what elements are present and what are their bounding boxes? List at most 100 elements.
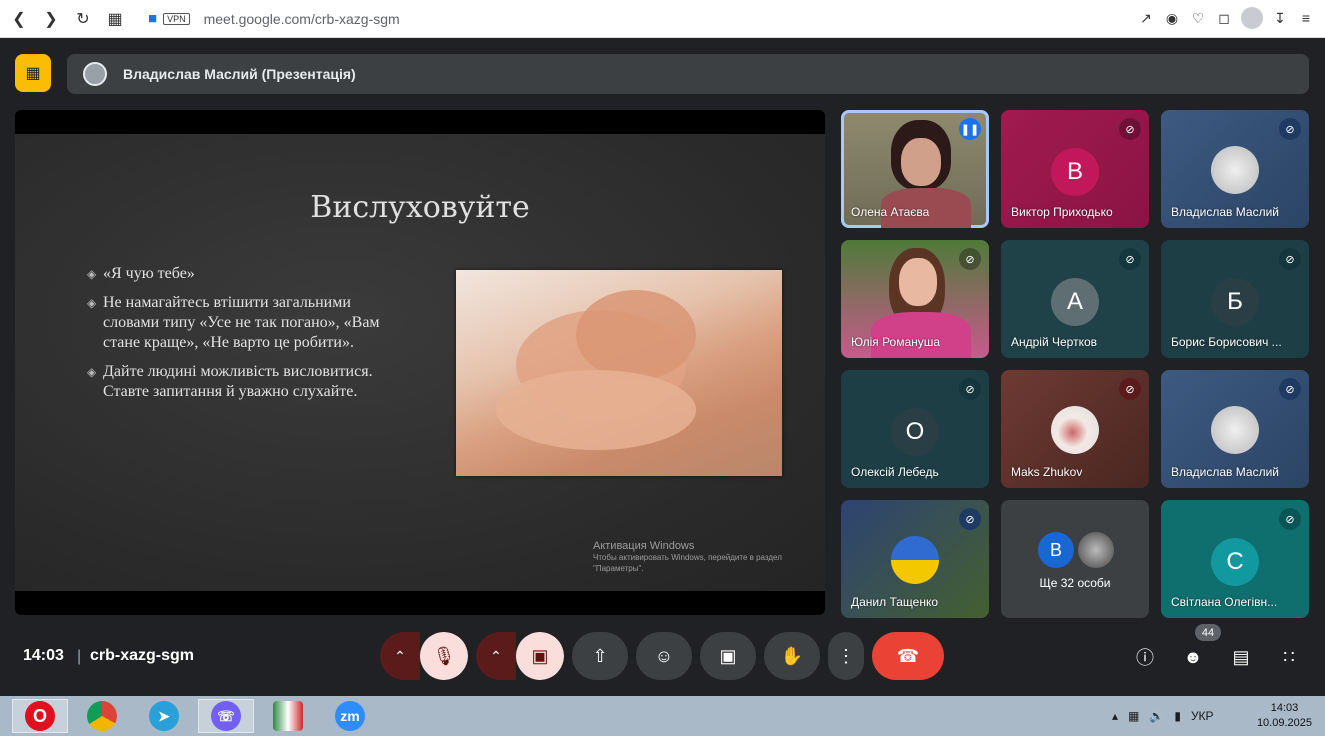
participant-tile[interactable]: ❚❚ Олена Атаєва — [841, 110, 989, 228]
mic-off-icon: ⊘ — [1279, 118, 1301, 140]
windows-taskbar: O ➤ ☏ zm ▴ ▦ 🔊 ▮ УКР 14:03 10.09.2025 — [0, 696, 1325, 736]
mic-off-icon: ⊘ — [1279, 248, 1301, 270]
opera-icon[interactable]: O — [12, 699, 68, 733]
bullet-item: ◈ Дайте людині можливість висловитися. Ст… — [87, 362, 397, 402]
vpn-badge[interactable]: VPN — [163, 12, 190, 25]
participant-name: Борис Борисович ... — [1171, 335, 1282, 349]
mic-off-icon: ⊘ — [1279, 378, 1301, 400]
participant-tile[interactable]: ⊘ Владислав Маслий — [1161, 110, 1309, 228]
chat-icon[interactable]: ▤ — [1226, 642, 1256, 672]
diamond-icon: ◈ — [87, 365, 97, 379]
others-initial: В — [1038, 532, 1074, 568]
chevron-up-icon[interactable]: ⌃ — [476, 632, 516, 680]
winrar-icon[interactable] — [260, 699, 316, 733]
participant-tile[interactable]: ⊘ Владислав Маслий — [1161, 370, 1309, 488]
participant-name: Владислав Маслий — [1171, 205, 1279, 219]
camera-off-button[interactable]: ▣ — [516, 632, 564, 680]
download-icon[interactable]: ↧ — [1271, 6, 1289, 30]
bullet-item: ◈ Не намагайтесь втішити загальними слова… — [87, 293, 397, 353]
captions-button[interactable]: ▣ — [700, 632, 756, 680]
participant-name: Андрій Чертков — [1011, 335, 1098, 349]
others-photo — [1078, 532, 1114, 568]
hands-image — [456, 270, 782, 476]
zoom-icon[interactable]: zm — [322, 699, 378, 733]
battery-icon[interactable]: ▮ — [1174, 709, 1181, 723]
speaking-icon: ❚❚ — [959, 118, 981, 140]
browser-toolbar: ❮ ❯ ↻ ▦ ■ VPN meet.google.com/crb-xazg-s… — [0, 0, 1325, 38]
back-icon[interactable]: ❮ — [6, 6, 32, 32]
chevron-up-icon[interactable]: ▴ — [1112, 709, 1118, 723]
tabs-grid-icon[interactable]: ▦ — [102, 6, 128, 32]
clock-date: 10.09.2025 — [1256, 717, 1312, 729]
mic-off-button[interactable]: 🎙 — [420, 632, 468, 680]
others-tile[interactable]: В Ще 32 особи — [1001, 500, 1149, 618]
system-tray: ▴ ▦ 🔊 ▮ УКР — [1112, 696, 1214, 736]
participant-name: Владислав Маслий — [1171, 465, 1279, 479]
camera-icon: ■ — [148, 10, 158, 27]
people-icon[interactable]: ☻ — [1178, 642, 1208, 672]
shared-screen: Вислуховуйте ◈ «Я чую тебе» ◈ Не намагайте… — [15, 110, 825, 615]
system-clock[interactable]: 14:03 10.09.2025 — [1257, 701, 1312, 731]
raise-hand-button[interactable]: ✋ — [764, 632, 820, 680]
participant-tile[interactable]: ⊘ А Андрій Чертков — [1001, 240, 1149, 358]
activities-icon[interactable]: ∷ — [1274, 642, 1304, 672]
presentation-title: Владислав Маслий (Презентація) — [123, 66, 356, 82]
screenshot-icon[interactable]: ◉ — [1163, 6, 1181, 30]
participant-tile[interactable]: ⊘ В Виктор Приходько — [1001, 110, 1149, 228]
cube-icon[interactable]: ◻ — [1215, 6, 1233, 30]
watermark-title: Активация Windows — [593, 540, 695, 552]
participant-tile[interactable]: ⊘ Данил Тащенко — [841, 500, 989, 618]
hang-up-button[interactable]: ☎ — [872, 632, 944, 680]
mic-off-icon: ⊘ — [1119, 378, 1141, 400]
viber-icon[interactable]: ☏ — [198, 699, 254, 733]
slide: Вислуховуйте ◈ «Я чую тебе» ◈ Не намагайте… — [15, 134, 825, 591]
profile-avatar[interactable] — [1241, 7, 1263, 29]
participant-initial: С — [1211, 538, 1259, 586]
share-icon[interactable]: ↗ — [1137, 6, 1155, 30]
network-icon[interactable]: ▦ — [1128, 709, 1139, 723]
telegram-icon[interactable]: ➤ — [136, 699, 192, 733]
address-bar[interactable]: ■ VPN meet.google.com/crb-xazg-sgm — [148, 10, 400, 27]
diamond-icon: ◈ — [87, 296, 97, 310]
emoji-button[interactable]: ☺ — [636, 632, 692, 680]
bullet-text: «Я чую тебе» — [103, 265, 195, 282]
participant-tile[interactable]: ⊘ С Світлана Олегівн... — [1161, 500, 1309, 618]
mic-off-icon: ⊘ — [1119, 248, 1141, 270]
presentation-banner: Владислав Маслий (Презентація) — [67, 54, 1309, 94]
heart-icon[interactable]: ♡ — [1189, 6, 1207, 30]
present-screen-button[interactable]: ⇧ — [572, 632, 628, 680]
participant-tile[interactable]: ⊘ Юлія Романуша — [841, 240, 989, 358]
reload-icon[interactable]: ↻ — [70, 6, 96, 32]
bullet-text: Не намагайтесь втішити загальними словам… — [103, 294, 380, 351]
clock-time: 14:03 — [1270, 702, 1299, 714]
mic-control: ⌃ 🎙 — [380, 632, 468, 680]
more-options-button[interactable]: ⋮ — [828, 632, 864, 680]
volume-icon[interactable]: 🔊 — [1149, 709, 1164, 723]
presentation-icon[interactable]: ▦ — [15, 54, 51, 92]
mic-off-icon: ⊘ — [1279, 508, 1301, 530]
participant-photo — [891, 536, 939, 584]
camera-control: ⌃ ▣ — [476, 632, 564, 680]
url-host: meet.google.com/ — [203, 10, 315, 27]
participant-photo — [1211, 146, 1259, 194]
participant-photo — [1211, 406, 1259, 454]
participant-tile[interactable]: ⊘ Б Борис Борисович ... — [1161, 240, 1309, 358]
bullet-text: Дайте людині можливість висловитися. Ста… — [103, 363, 373, 400]
participant-initial: А — [1051, 278, 1099, 326]
mic-off-icon: ⊘ — [959, 508, 981, 530]
info-icon[interactable]: ⓘ — [1130, 642, 1160, 672]
participant-tile[interactable]: ⊘ Maks Zhukov — [1001, 370, 1149, 488]
chevron-up-icon[interactable]: ⌃ — [380, 632, 420, 680]
forward-icon[interactable]: ❯ — [38, 6, 64, 32]
mic-off-icon: ⊘ — [1119, 118, 1141, 140]
participant-tile[interactable]: ⊘ О Олексій Лебедь — [841, 370, 989, 488]
menu-icon[interactable]: ≡ — [1297, 6, 1315, 30]
language-indicator[interactable]: УКР — [1191, 709, 1214, 723]
participant-name: Данил Тащенко — [851, 595, 939, 609]
diamond-icon: ◈ — [87, 267, 97, 281]
chrome-icon[interactable] — [74, 699, 130, 733]
meeting-code: crb-xazg-sgm — [90, 647, 195, 664]
participant-name: Олена Атаєва — [851, 205, 930, 219]
meeting-time: 14:03 — [23, 647, 64, 664]
participant-initial: О — [891, 408, 939, 456]
